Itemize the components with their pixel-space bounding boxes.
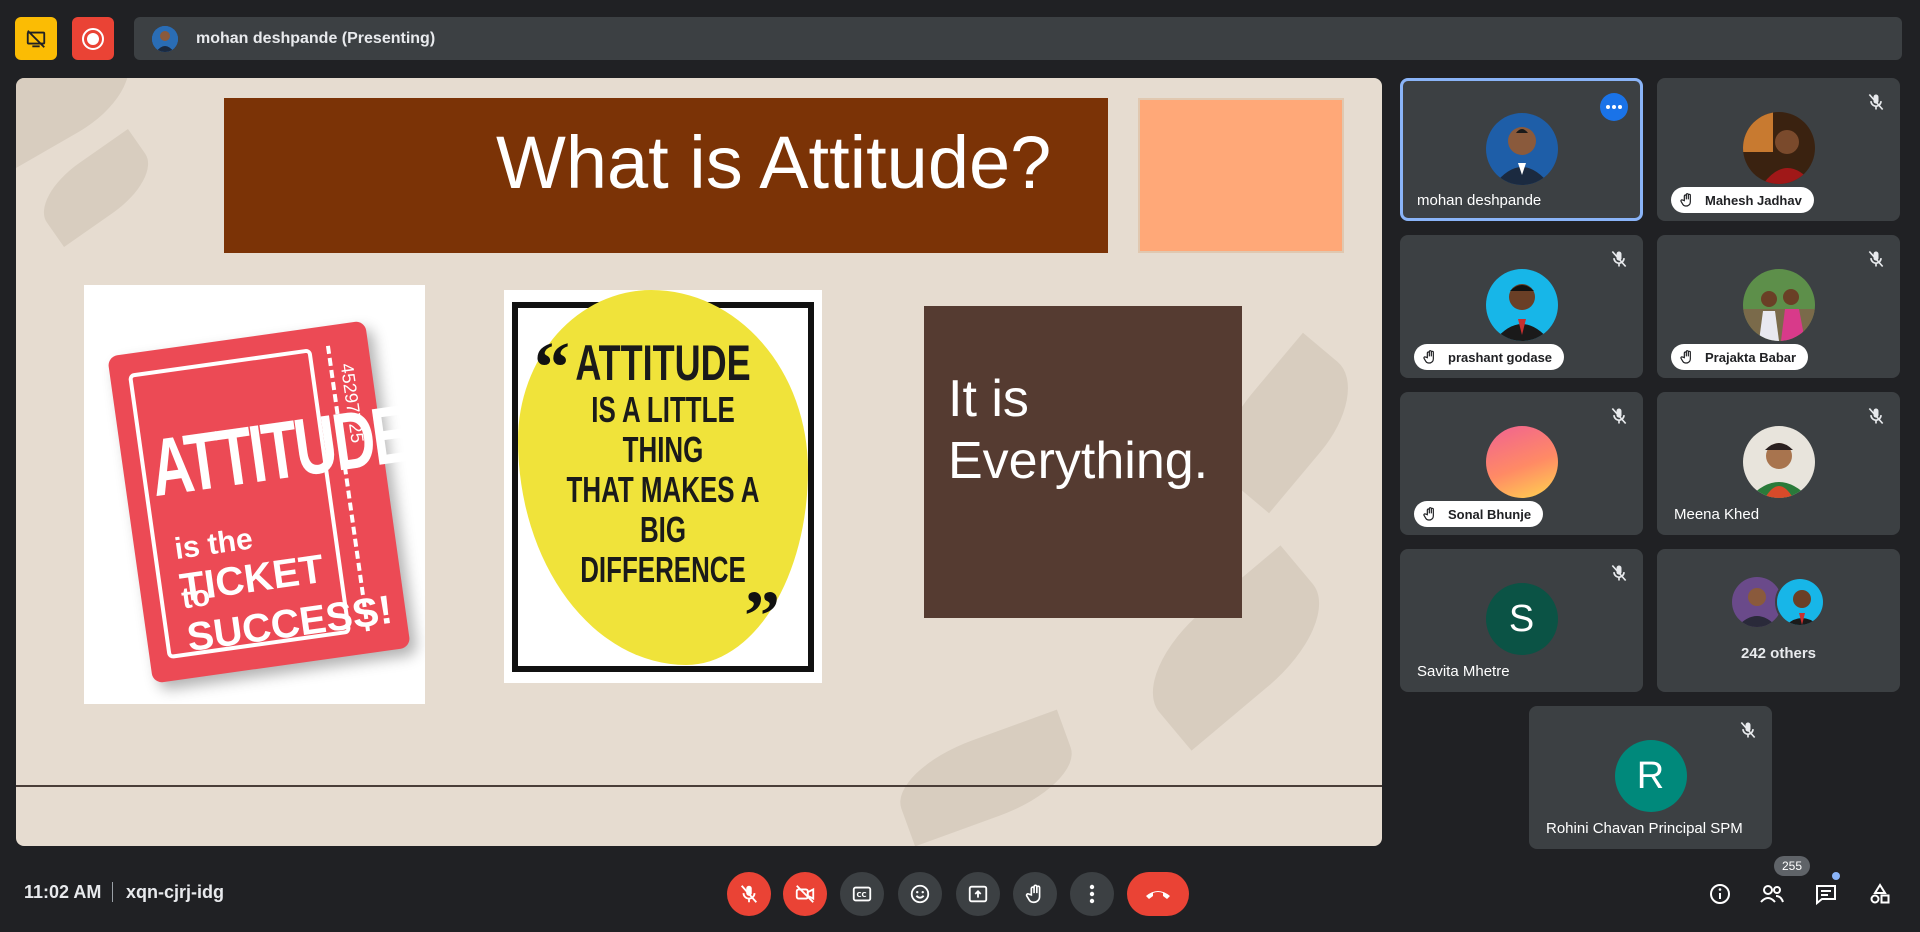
- chat-icon: [1816, 885, 1836, 906]
- participant-name: Savita Mhetre: [1417, 663, 1510, 680]
- participant-tile[interactable]: prashant godase: [1400, 235, 1643, 378]
- participant-name: Prajakta Babar: [1705, 349, 1797, 365]
- record-icon: [82, 27, 104, 50]
- participant-tile[interactable]: Mahesh Jadhav: [1657, 78, 1900, 221]
- activities-shapes-icon: [1870, 883, 1890, 904]
- people-count-badge: 255: [1774, 856, 1811, 876]
- mic-off-icon: [1611, 564, 1627, 582]
- slide-box-text: It is Everything.: [948, 370, 1209, 491]
- meeting-code: xqn-cjrj-idg: [126, 882, 224, 902]
- people-button[interactable]: [1758, 880, 1786, 908]
- meeting-clock: 11:02 AM: [24, 882, 102, 902]
- more-vert-icon: [1089, 884, 1095, 904]
- presenter-banner[interactable]: mohan deshpande (Presenting): [134, 17, 1902, 60]
- participant-tile[interactable]: Prajakta Babar: [1657, 235, 1900, 378]
- more-options-button[interactable]: [1600, 93, 1628, 121]
- present-screen-button[interactable]: [956, 872, 1000, 916]
- info-icon: [1710, 884, 1730, 904]
- mic-off-icon: [1611, 407, 1627, 425]
- close-quote-mark: ”: [744, 576, 780, 656]
- avatar: [1775, 577, 1825, 627]
- participant-name: mohan deshpande: [1417, 192, 1542, 209]
- participant-name: prashant godase: [1448, 349, 1553, 365]
- participant-name: Rohini Chavan Principal SPM: [1546, 820, 1743, 837]
- toolbar-divider: [112, 882, 113, 902]
- unread-chat-dot: [1832, 872, 1840, 880]
- avatar: [1485, 426, 1558, 498]
- raised-hand-pill: Prajakta Babar: [1671, 344, 1809, 370]
- emoji-icon: [910, 884, 930, 904]
- participant-tile[interactable]: R Rohini Chavan Principal SPM: [1529, 706, 1772, 849]
- more-options-button[interactable]: [1070, 872, 1114, 916]
- captions-button[interactable]: CC: [840, 872, 884, 916]
- slide-decor-leaf: [887, 709, 1085, 846]
- present-off-icon: [26, 29, 46, 48]
- others-tile[interactable]: 242 others: [1657, 549, 1900, 692]
- ticket-graphic: ATTITUDE is the TICKET to SUCCESS! 45297…: [107, 320, 414, 684]
- mic-off-icon: [1868, 407, 1884, 425]
- hand-icon: [1025, 884, 1041, 904]
- avatar: [1485, 269, 1558, 341]
- mic-off-icon: [740, 885, 758, 903]
- avatar: S: [1485, 583, 1558, 655]
- hand-icon: [1680, 350, 1691, 364]
- chat-button[interactable]: [1812, 880, 1840, 908]
- meeting-details-button[interactable]: [1706, 880, 1734, 908]
- present-to-all-icon: [968, 885, 988, 903]
- others-count: 242 others: [1740, 645, 1817, 662]
- hand-icon: [1423, 507, 1434, 521]
- mic-off-icon: [1868, 93, 1884, 111]
- slide-accent-box: [1138, 98, 1344, 253]
- people-icon: [1760, 885, 1784, 903]
- raised-hand-pill: prashant godase: [1414, 344, 1565, 370]
- participant-name: Mahesh Jadhav: [1705, 192, 1802, 208]
- avatar: [1742, 112, 1815, 184]
- avatar: [1742, 426, 1815, 498]
- raised-hand-pill: Mahesh Jadhav: [1671, 187, 1814, 213]
- slide-footer-line: [16, 785, 1382, 787]
- participant-tile[interactable]: Meena Khed: [1657, 392, 1900, 535]
- more-horiz-icon: [1606, 105, 1622, 109]
- reactions-button[interactable]: [898, 872, 942, 916]
- presenter-label: mohan deshpande (Presenting): [196, 29, 436, 47]
- svg-text:CC: CC: [857, 891, 867, 899]
- mic-toggle-button[interactable]: [727, 872, 771, 916]
- call-end-icon: [1146, 891, 1170, 899]
- top-bar: mohan deshpande (Presenting): [0, 0, 1920, 78]
- mic-off-icon: [1868, 250, 1884, 268]
- hand-icon: [1680, 193, 1691, 207]
- hand-icon: [1423, 350, 1434, 364]
- avatar: [1742, 269, 1815, 341]
- recording-button[interactable]: [72, 17, 114, 60]
- presentation-stage[interactable]: What is Attitude? ATTITUDE is the TICKET…: [16, 78, 1382, 846]
- mic-off-icon: [1740, 721, 1756, 739]
- participant-name: Meena Khed: [1674, 506, 1760, 523]
- mic-off-icon: [1611, 250, 1627, 268]
- raise-hand-button[interactable]: [1013, 872, 1057, 916]
- leave-call-button[interactable]: [1127, 872, 1189, 916]
- raised-hand-pill: Sonal Bhunje: [1414, 501, 1544, 527]
- attitude-quote-image: “ ATTITUDE IS A LITTLE THING THAT MAKES …: [504, 290, 822, 683]
- participant-tile[interactable]: mohan deshpande: [1400, 78, 1643, 221]
- camera-toggle-button[interactable]: [783, 872, 827, 916]
- quote-text: ATTITUDE IS A LITTLE THING THAT MAKES A …: [566, 335, 760, 590]
- participant-name: Sonal Bhunje: [1448, 506, 1532, 522]
- activities-button[interactable]: [1866, 880, 1894, 908]
- presenter-avatar: [152, 25, 178, 52]
- slide-text-box: It is Everything.: [924, 306, 1242, 618]
- videocam-off-icon: [795, 885, 815, 903]
- attitude-ticket-image: ATTITUDE is the TICKET to SUCCESS! 45297…: [84, 285, 425, 704]
- participant-tile[interactable]: S Savita Mhetre: [1400, 549, 1643, 692]
- stop-presenting-button[interactable]: [15, 17, 57, 60]
- avatar: [1485, 113, 1558, 185]
- avatar: R: [1614, 740, 1687, 812]
- closed-captions-icon: CC: [852, 886, 872, 902]
- participant-tile[interactable]: Sonal Bhunje: [1400, 392, 1643, 535]
- bottom-toolbar: 11:02 AM xqn-cjrj-idg CC 255: [0, 846, 1920, 932]
- slide-title: What is Attitude?: [496, 121, 1052, 204]
